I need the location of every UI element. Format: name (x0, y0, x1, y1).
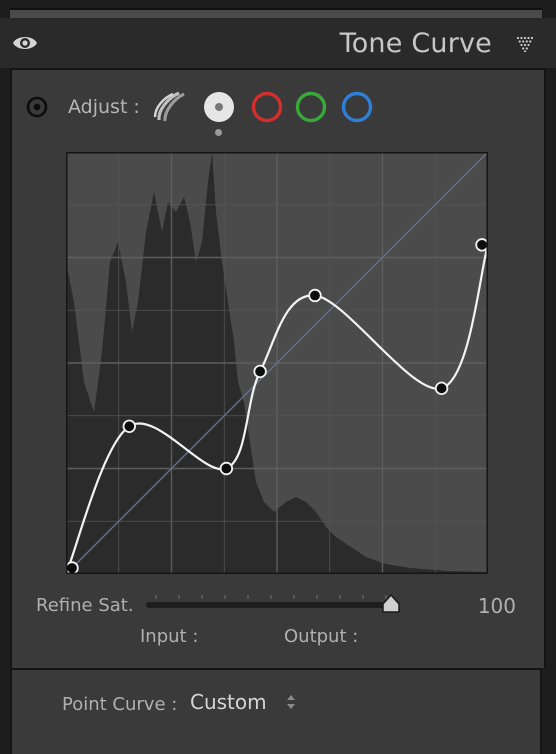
curve-control-point[interactable] (434, 381, 449, 396)
select-updown-icon (286, 695, 295, 709)
parametric-curve-button[interactable] (152, 90, 186, 124)
point-curve-rgb-button[interactable] (202, 90, 236, 124)
red-channel-button[interactable] (250, 90, 284, 124)
eye-icon[interactable] (12, 32, 38, 54)
curve-control-point[interactable] (253, 364, 267, 379)
curve-control-point[interactable] (308, 288, 322, 303)
output-readout-label: Output : (284, 626, 359, 647)
refine-sat-value: 100 (477, 594, 516, 618)
refine-sat-slider[interactable] (146, 592, 414, 622)
blue-channel-button[interactable] (340, 90, 374, 124)
tone-curve-graph[interactable] (66, 152, 488, 574)
point-curve-value: Custom (190, 690, 267, 714)
panel-header[interactable]: Tone Curve (0, 18, 556, 68)
input-readout-label: Input : (140, 626, 199, 647)
tone-curve-panel: Adjust : Refine Sat. 100 Input : Output … (10, 68, 546, 668)
curve-control-point[interactable] (66, 561, 79, 574)
target-adjust-icon[interactable] (26, 96, 48, 118)
refine-sat-label: Refine Sat. (36, 595, 134, 616)
curve-control-point[interactable] (219, 461, 234, 476)
curve-control-point[interactable] (122, 419, 137, 434)
panel-title: Tone Curve (339, 28, 492, 59)
point-curve-footer: Point Curve : Custom (10, 668, 542, 754)
collapse-triangle-icon[interactable] (516, 36, 534, 52)
selected-channel-indicator (215, 129, 222, 136)
point-curve-label: Point Curve : (62, 694, 178, 715)
green-channel-button[interactable] (294, 90, 328, 124)
adjust-label: Adjust : (68, 96, 140, 118)
point-curve-select[interactable]: Custom (190, 690, 296, 720)
curve-control-point[interactable] (475, 238, 488, 252)
